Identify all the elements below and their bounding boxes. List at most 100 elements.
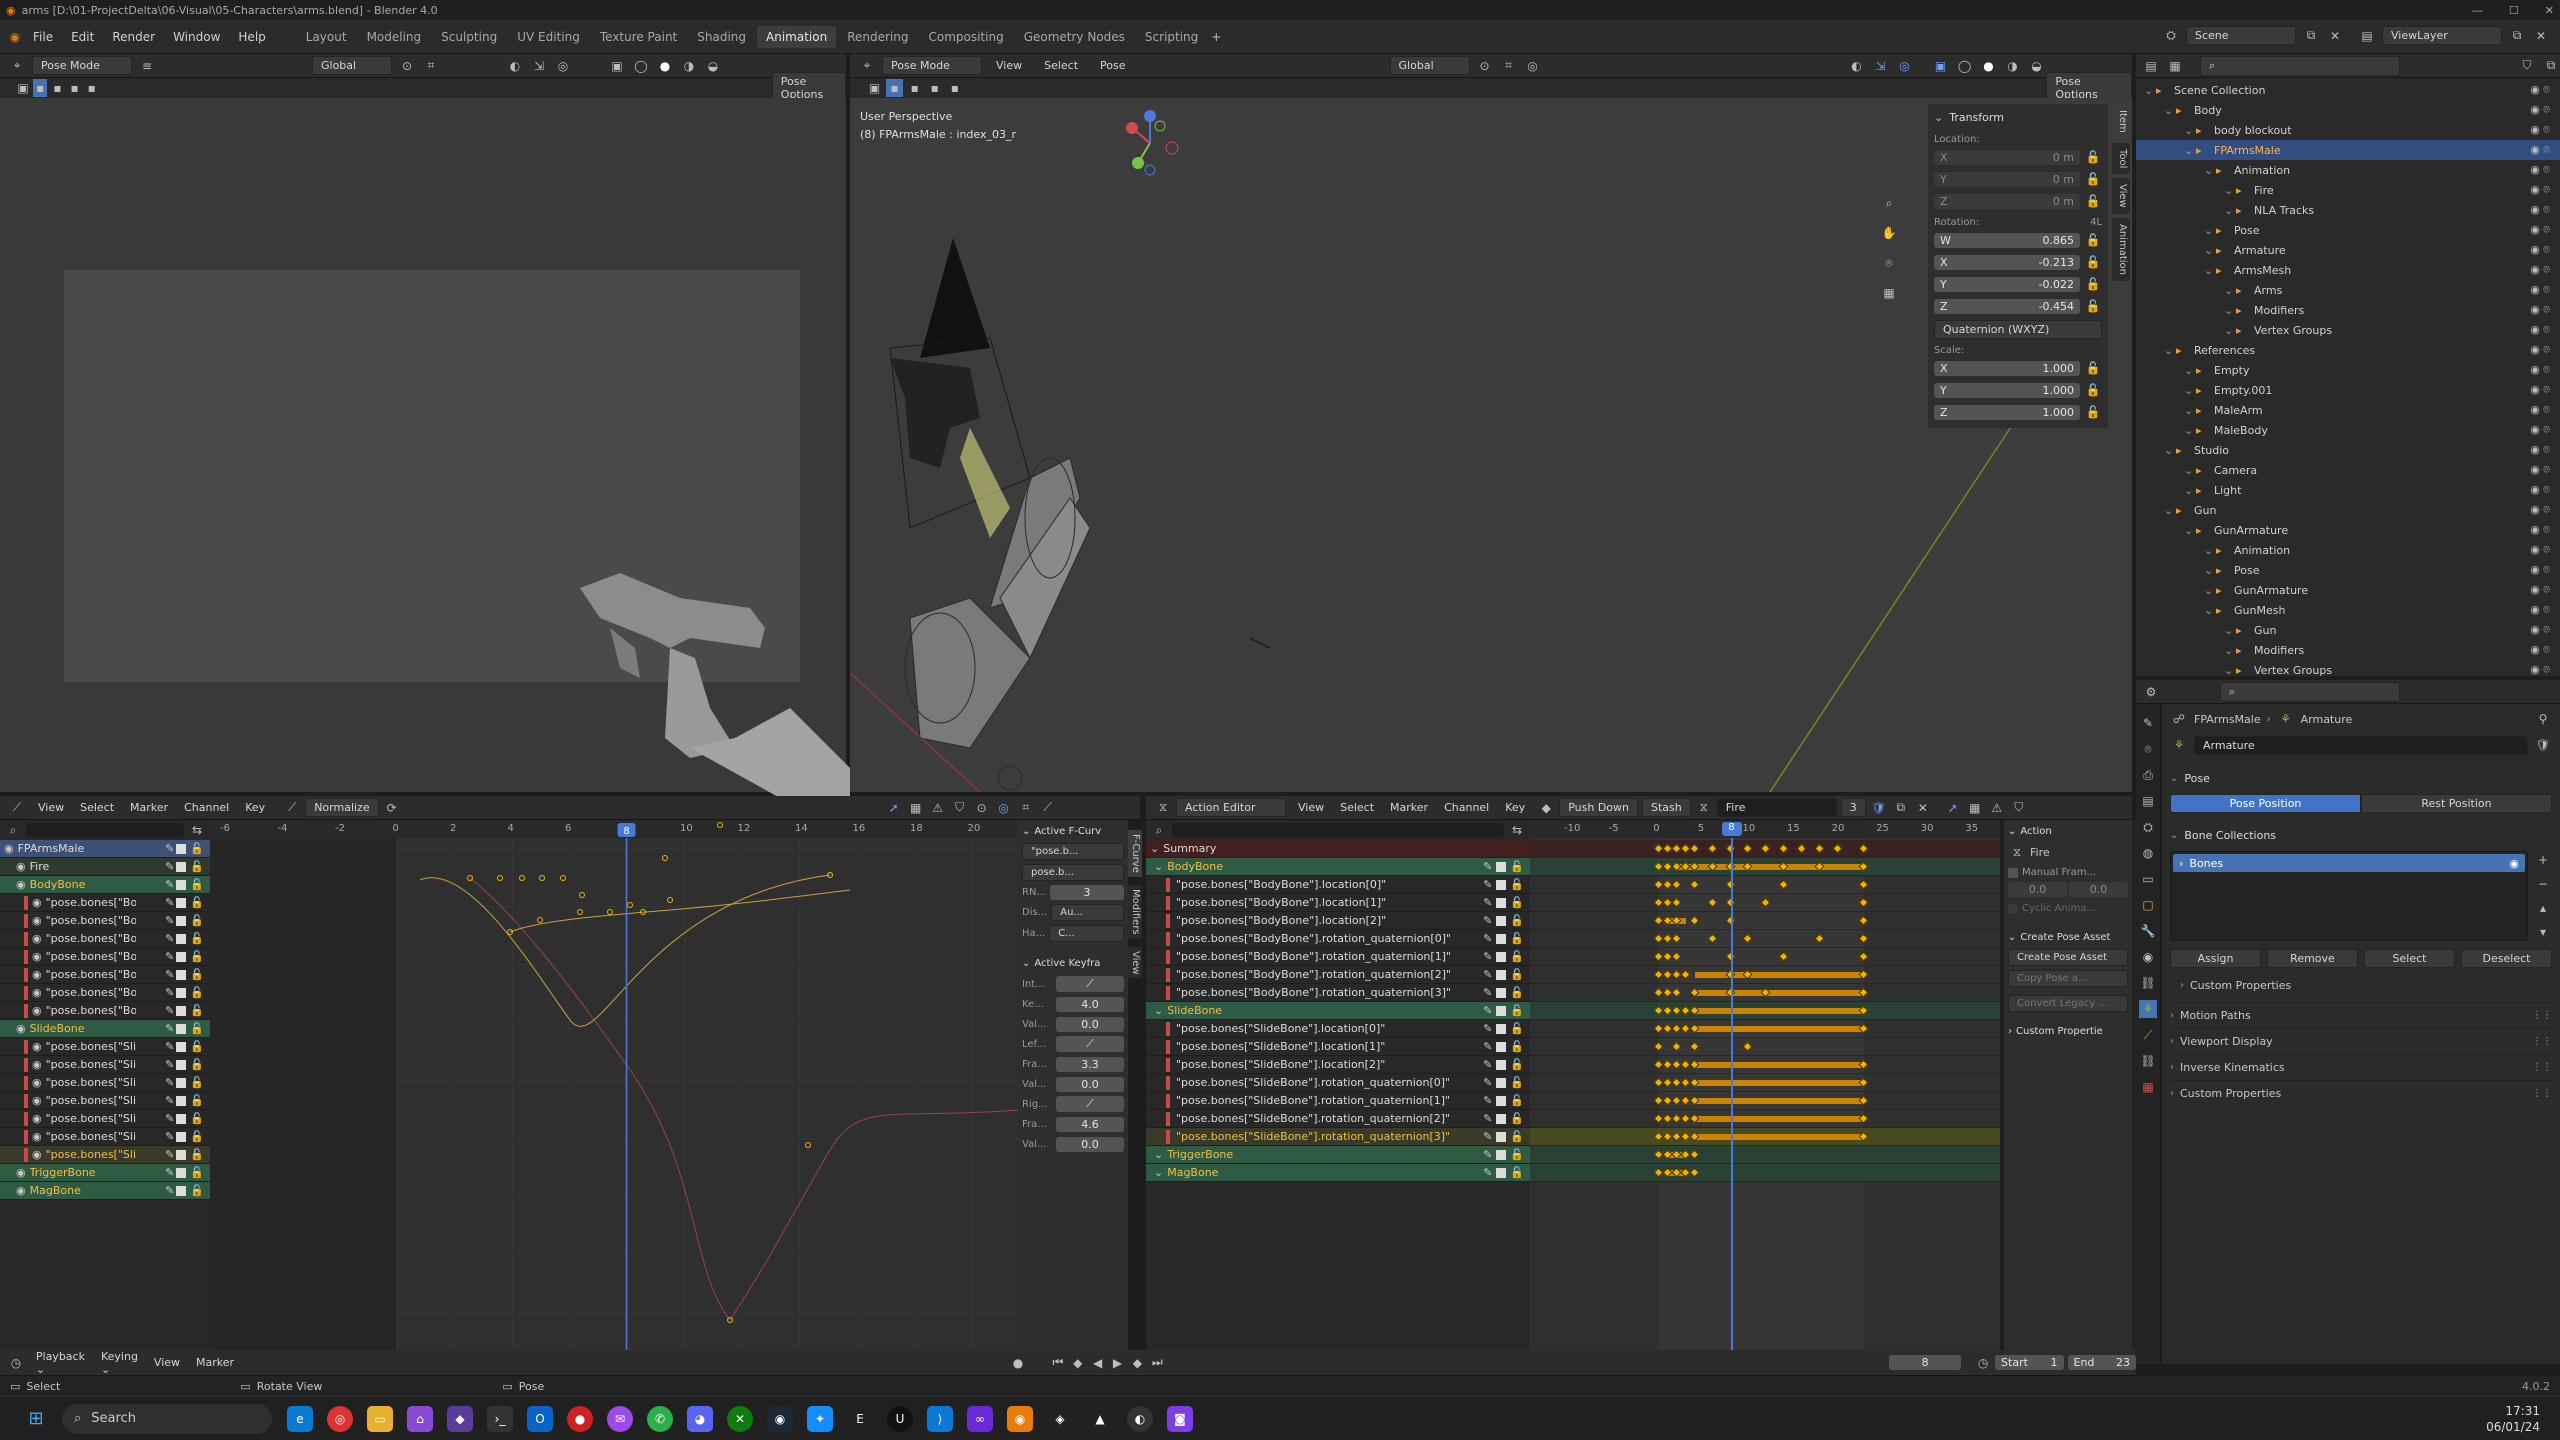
messenger-icon[interactable]: ✉ — [607, 1405, 633, 1432]
transform-field-y[interactable]: Y -0.022 — [1934, 276, 2080, 292]
display-mode-icon[interactable]: ▦ — [2166, 57, 2184, 75]
remove-button[interactable]: Remove — [2267, 949, 2358, 968]
visibility-eye-icon[interactable]: ◉ ⌾ — [2530, 223, 2550, 237]
graph-channel-group[interactable]: ◉ MagBone ✎ 🔓 — [0, 1182, 210, 1200]
normalize-icon[interactable]: ⟋ — [283, 799, 301, 817]
snap-icon[interactable]: ⌗ — [422, 57, 440, 75]
sidebar-tab-item[interactable]: Item — [2112, 104, 2130, 139]
transform-field-z[interactable]: Z 0 m — [1934, 193, 2080, 209]
channel-lock-icon[interactable]: 🔓 — [1510, 1040, 1524, 1053]
view-layer-icon[interactable]: ▤ — [2358, 27, 2376, 45]
properties-search[interactable]: ⌕ — [2220, 681, 2400, 702]
select-mode-new-icon[interactable]: ▪ — [886, 79, 904, 97]
expand-icon[interactable]: ⌄ — [2224, 284, 2236, 297]
overlay-icon[interactable]: ◎ — [1896, 57, 1914, 75]
menu-edit[interactable]: Edit — [62, 30, 103, 44]
action-menu-marker[interactable]: Marker — [1382, 799, 1436, 816]
chrome-icon[interactable]: ◎ — [327, 1405, 353, 1432]
channel-lock-icon[interactable]: 🔓 — [1510, 1022, 1524, 1035]
channel-modifier-icon[interactable]: ✎ — [165, 950, 174, 963]
channel-visibility-icon[interactable]: ◉ — [32, 950, 42, 963]
select-button[interactable]: Select — [2364, 949, 2455, 968]
outliner-row[interactable]: ⌄ ▸ NLA Tracks ◉ ⌾ — [2136, 200, 2560, 220]
graph-menu-key[interactable]: Key — [237, 799, 273, 816]
channel-mute-checkbox[interactable] — [176, 879, 187, 890]
show-hidden-icon[interactable]: ▦ — [907, 799, 925, 817]
channel-mute-checkbox[interactable] — [176, 1059, 187, 1070]
transform-field-y[interactable]: Y 0 m — [1934, 171, 2080, 187]
jump-start-icon[interactable]: ⏮ — [1050, 1354, 1066, 1372]
next-keyframe-icon[interactable]: ◆ — [1129, 1354, 1145, 1372]
action-channel-group[interactable]: ⌄ TriggerBone ✎ 🔓 — [1146, 1146, 1530, 1164]
main-orientation-dropdown[interactable]: Global — [1389, 56, 1470, 75]
channel-mute-checkbox[interactable] — [176, 1041, 187, 1052]
bone-collections-list[interactable]: › Bones ◉ — [2170, 851, 2528, 941]
channel-visibility-icon[interactable]: ◉ — [16, 1022, 26, 1035]
action-channel-group[interactable]: ⌄ MagBone ✎ 🔓 — [1146, 1164, 1530, 1182]
action-panel-name[interactable]: Fire — [2030, 846, 2050, 859]
channel-modifier-icon[interactable]: ✎ — [1483, 1166, 1492, 1179]
menu-file[interactable]: File — [24, 30, 62, 44]
channel-mute-checkbox[interactable] — [1496, 1095, 1507, 1106]
channel-lock-icon[interactable]: 🔓 — [190, 1112, 204, 1125]
armature-data-name-field[interactable]: Armature — [2194, 735, 2528, 755]
channel-modifier-icon[interactable]: ✎ — [1483, 968, 1492, 981]
channel-mute-checkbox[interactable] — [176, 987, 187, 998]
play-reverse-icon[interactable]: ◀ — [1090, 1354, 1106, 1372]
action-editor-mode-dropdown[interactable]: Action Editor — [1176, 798, 1286, 817]
outliner-row[interactable]: ⌄ ▸ Light ◉ ⌾ — [2136, 480, 2560, 500]
channel-visibility-icon[interactable]: ◉ — [32, 986, 42, 999]
channel-mute-checkbox[interactable] — [1496, 861, 1507, 872]
outliner-row[interactable]: ⌄ ▸ References ◉ ⌾ — [2136, 340, 2560, 360]
manual-frame-checkbox[interactable] — [2008, 867, 2018, 878]
visibility-eye-icon[interactable]: ◉ ⌾ — [2530, 383, 2550, 397]
graph-keyframe-handle[interactable] — [662, 855, 668, 861]
collection-expand-icon[interactable]: › — [2179, 857, 2183, 870]
channel-mute-checkbox[interactable] — [1496, 1023, 1507, 1034]
expand-icon[interactable]: ⌄ — [2164, 444, 2176, 457]
graph-keyframe-handle[interactable] — [627, 902, 633, 908]
sidebar-tab-view[interactable]: View — [2112, 178, 2130, 214]
channel-visibility-icon[interactable]: ◉ — [16, 1166, 26, 1179]
left-mode-dropdown[interactable]: Pose Mode — [32, 56, 132, 75]
object-tab-icon[interactable]: ▢ — [2139, 896, 2157, 914]
unlink-action-icon[interactable]: ✕ — [1914, 799, 1932, 817]
keyframe-hold-bar[interactable] — [1694, 1080, 1865, 1086]
windows-start-icon[interactable]: ⊞ — [23, 1406, 49, 1432]
channel-modifier-icon[interactable]: ✎ — [165, 932, 174, 945]
channel-modifier-icon[interactable]: ✎ — [165, 1112, 174, 1125]
stash-button[interactable]: Stash — [1641, 798, 1691, 817]
properties-section-viewport-display[interactable]: › Viewport Display ⋮⋮ — [2170, 1028, 2552, 1054]
channel-lock-icon[interactable]: 🔓 — [190, 1166, 204, 1179]
channel-lock-icon[interactable]: 🔓 — [1510, 914, 1524, 927]
outliner-row[interactable]: ⌄ ▸ Arms ◉ ⌾ — [2136, 280, 2560, 300]
workspace-tab-rendering[interactable]: Rendering — [838, 26, 917, 48]
expand-icon[interactable]: ⌄ — [2224, 324, 2236, 337]
graph-channel-fcurve[interactable]: ◉"pose.bones["Body ✎ 🔓 — [0, 984, 210, 1002]
visibility-icon[interactable]: ◐ — [506, 57, 524, 75]
keyframe-hold-bar[interactable] — [1694, 990, 1865, 996]
action-channel-fcurve[interactable]: "pose.bones["BodyBone"].rotation_quatern… — [1146, 966, 1530, 984]
outliner-editor-icon[interactable]: ▤ — [2142, 57, 2160, 75]
collapse-icon[interactable]: ⌄ — [1934, 111, 1943, 124]
display-color-dropdown[interactable]: Au... — [1051, 904, 1124, 921]
deselect-button[interactable]: Deselect — [2461, 949, 2552, 968]
editor-type-icon[interactable]: ⌖ — [858, 57, 876, 75]
action-users-count[interactable]: 3 — [1840, 798, 1866, 817]
keyframe-type-icon[interactable]: ◆ — [1537, 799, 1555, 817]
transform-field-y[interactable]: Y 1.000 — [1934, 382, 2080, 398]
expand-icon[interactable]: ⌄ — [2184, 464, 2196, 477]
battlenet-icon[interactable]: ✦ — [807, 1405, 833, 1432]
channel-search-field[interactable] — [1172, 823, 1504, 837]
channel-mute-checkbox[interactable] — [176, 897, 187, 908]
houdini-icon[interactable]: ▲ — [1087, 1405, 1113, 1432]
xbox-icon[interactable]: ✕ — [727, 1405, 753, 1432]
channel-modifier-icon[interactable]: ✎ — [1483, 1130, 1492, 1143]
graph-menu-view[interactable]: View — [30, 799, 72, 816]
graph-channel-fcurve[interactable]: ◉"pose.bones["Body ✎ 🔓 — [0, 1002, 210, 1020]
bone-constraint-tab-icon[interactable]: ⛓ — [2139, 1052, 2157, 1070]
lock-icon[interactable]: 🔓 — [2084, 148, 2102, 166]
select-mode-subtract-icon[interactable]: ▪ — [926, 79, 943, 97]
lock-icon[interactable]: 🔓 — [2084, 192, 2102, 210]
new-scene-icon[interactable]: ⧉ — [2302, 27, 2320, 45]
